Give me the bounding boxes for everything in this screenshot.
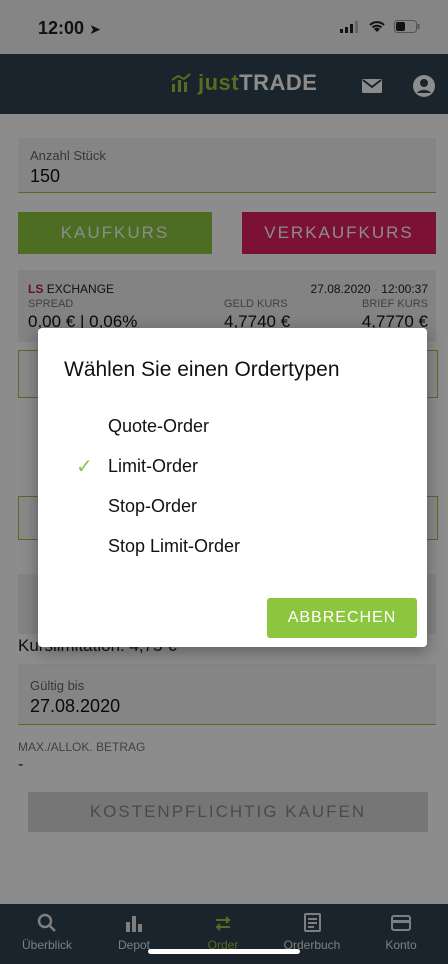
checkmark-icon: ✓: [76, 456, 93, 478]
option-stop-order[interactable]: Stop-Order: [108, 496, 197, 517]
option-limit-order[interactable]: Limit-Order: [108, 456, 198, 477]
order-type-dialog: Wählen Sie einen Ordertypen Quote-Order …: [38, 328, 427, 647]
dialog-title: Wählen Sie einen Ordertypen: [64, 358, 340, 381]
option-quote-order[interactable]: Quote-Order: [108, 416, 209, 437]
option-stop-limit-order[interactable]: Stop Limit-Order: [108, 536, 240, 557]
home-indicator: [148, 949, 300, 954]
cancel-button[interactable]: ABBRECHEN: [267, 598, 417, 638]
